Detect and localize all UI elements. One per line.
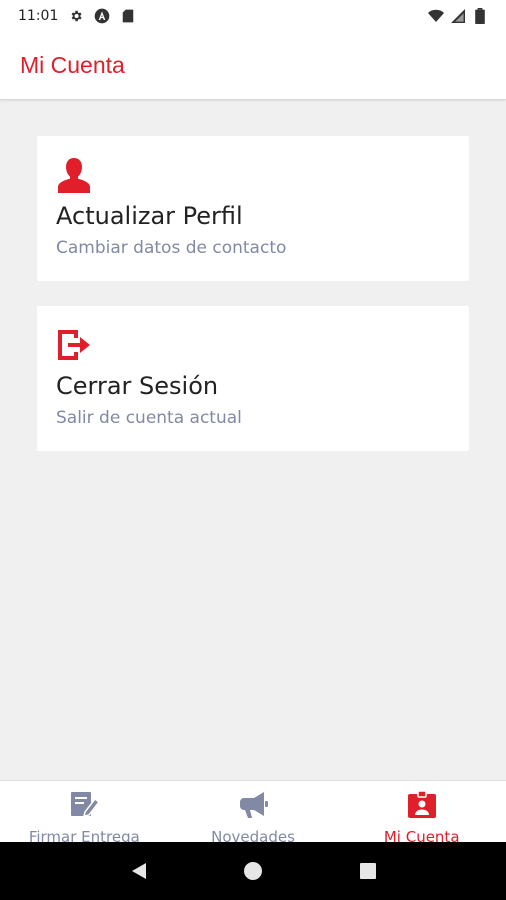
app-bar: Mi Cuenta	[0, 32, 506, 100]
card-subtitle: Salir de cuenta actual	[56, 408, 242, 428]
card-title: Actualizar Perfil	[56, 202, 243, 230]
megaphone-icon	[236, 790, 270, 820]
nav-item-firmar-entrega[interactable]: Firmar Entrega	[0, 781, 169, 846]
back-icon[interactable]	[125, 858, 151, 884]
nav-item-novedades[interactable]: Novedades	[169, 781, 338, 846]
recents-icon[interactable]	[355, 858, 381, 884]
signal-icon	[450, 8, 466, 24]
logout-card[interactable]: Cerrar Sesión Salir de cuenta actual	[37, 306, 469, 451]
card-title: Cerrar Sesión	[56, 372, 219, 400]
signature-icon	[67, 790, 101, 820]
screen: 11:01 Mi Cuenta Actualizar Perfil Cambia…	[0, 0, 506, 900]
battery-icon	[472, 8, 488, 24]
status-right	[428, 8, 488, 24]
card-subtitle: Cambiar datos de contacto	[56, 238, 287, 258]
sd-card-icon	[120, 8, 136, 24]
bottom-nav: Firmar Entrega Novedades Mi Cuenta	[0, 780, 506, 846]
wifi-icon	[428, 8, 444, 24]
status-time: 11:01	[18, 8, 59, 24]
user-icon	[56, 156, 450, 194]
logout-icon	[56, 326, 450, 364]
status-bar: 11:01	[0, 0, 506, 32]
status-left: 11:01	[18, 8, 136, 24]
id-badge-icon	[405, 790, 439, 820]
update-profile-card[interactable]: Actualizar Perfil Cambiar datos de conta…	[37, 136, 469, 281]
page-title: Mi Cuenta	[20, 52, 125, 78]
a-circle-icon	[94, 8, 110, 24]
nav-item-mi-cuenta[interactable]: Mi Cuenta	[337, 781, 506, 846]
gear-icon	[68, 8, 84, 24]
home-icon[interactable]	[240, 858, 266, 884]
system-nav-bar	[0, 842, 506, 900]
